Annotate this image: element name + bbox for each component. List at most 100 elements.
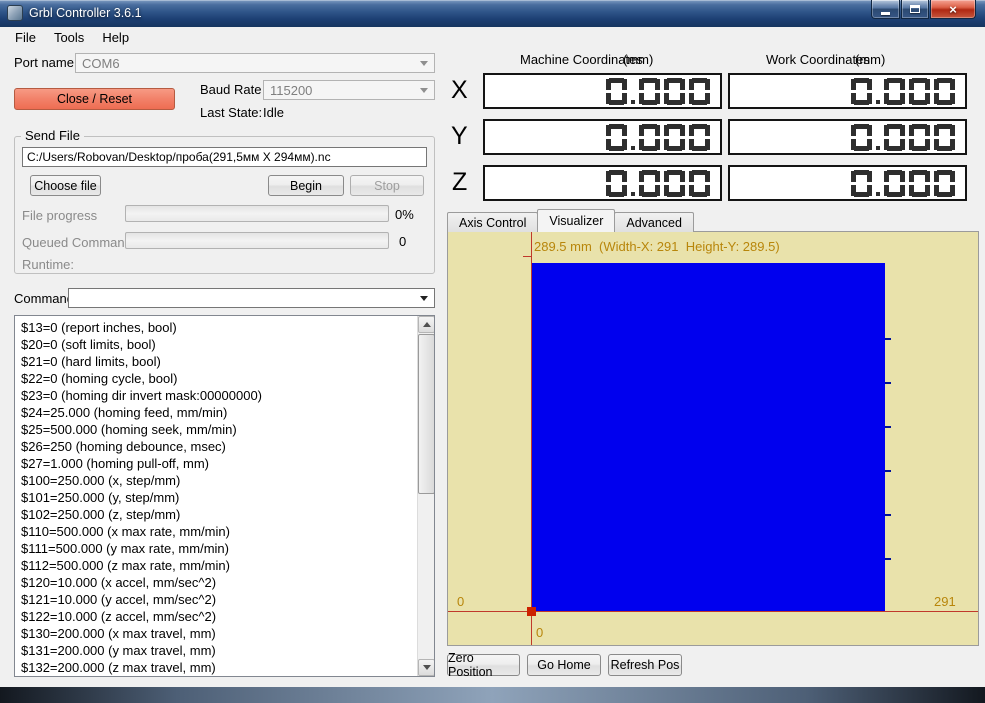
lcd-segment: [909, 93, 914, 104]
lcd-segment: [925, 79, 930, 90]
tab-visualizer[interactable]: Visualizer: [537, 209, 615, 232]
begin-button[interactable]: Begin: [268, 175, 344, 196]
lcd-segment: [609, 100, 624, 105]
console-scrollbar[interactable]: [417, 316, 434, 676]
menu-help[interactable]: Help: [93, 27, 138, 49]
chevron-down-icon[interactable]: [420, 296, 428, 301]
lcd-digit: [909, 78, 930, 105]
lcd-segment: [925, 125, 930, 136]
lcd-segment: [667, 100, 682, 105]
console-line: $22=0 (homing cycle, bool): [21, 370, 411, 387]
lcd-digit: [689, 124, 710, 151]
lcd-segment: [934, 93, 939, 104]
menu-file[interactable]: File: [6, 27, 45, 49]
lcd-segment: [851, 171, 856, 182]
y-origin-label: 0: [536, 625, 543, 640]
lcd-segment: [884, 185, 889, 196]
axis-label-x: X: [451, 76, 468, 105]
lcd-digit: [934, 124, 955, 151]
lcd-segment: [606, 125, 611, 136]
lcd-machine-x: [483, 73, 722, 109]
lcd-segment: [854, 146, 869, 151]
lcd-segment: [609, 192, 624, 197]
menu-tools[interactable]: Tools: [45, 27, 93, 49]
scrollbar-thumb[interactable]: [418, 334, 435, 494]
window-title: Grbl Controller 3.6.1: [29, 6, 142, 20]
stop-button[interactable]: Stop: [350, 175, 424, 196]
console-log[interactable]: $13=0 (report inches, bool)$20=0 (soft l…: [14, 315, 435, 677]
console-line: $132=200.000 (z max travel, mm): [21, 659, 411, 676]
choose-file-button[interactable]: Choose file: [30, 175, 101, 196]
visualizer-canvas: 289.5 mm (Width-X: 291 Height-Y: 289.5) …: [447, 231, 979, 646]
lcd-segment: [912, 192, 927, 197]
lcd-segment: [664, 139, 669, 150]
port-select[interactable]: COM6: [75, 53, 435, 73]
lcd-segment: [887, 192, 902, 197]
baud-rate-select[interactable]: 115200: [263, 80, 435, 100]
go-home-button[interactable]: Go Home: [527, 654, 601, 676]
lcd-segment: [639, 93, 644, 104]
lcd-segment: [692, 100, 707, 105]
lcd-segment: [664, 185, 669, 196]
lcd-segment: [909, 185, 914, 196]
tab-axis-control[interactable]: Axis Control: [447, 212, 538, 232]
zero-position-button[interactable]: Zero Position: [447, 654, 520, 676]
minimize-icon: [881, 12, 890, 15]
lcd-segment: [692, 146, 707, 151]
lcd-digit: [664, 170, 685, 197]
lcd-segment: [937, 100, 952, 105]
lcd-segment: [642, 100, 657, 105]
scroll-up-button[interactable]: [418, 316, 435, 333]
lcd-segment: [909, 171, 914, 182]
console-line: $122=10.000 (z accel, mm/sec^2): [21, 608, 411, 625]
console-line: $23=0 (homing dir invert mask:00000000): [21, 387, 411, 404]
toolpath-tick: [885, 470, 891, 472]
lcd-segment: [884, 125, 889, 136]
lcd-segment: [851, 185, 856, 196]
toolpath-tick: [885, 338, 891, 340]
tab-advanced[interactable]: Advanced: [614, 212, 694, 232]
console-line: $130=200.000 (x max travel, mm): [21, 625, 411, 642]
port-name-label: Port name: [14, 55, 74, 70]
lcd-segment: [606, 139, 611, 150]
lcd-segment: [867, 171, 872, 182]
lcd-segment: [887, 100, 902, 105]
close-reset-button[interactable]: Close / Reset: [14, 88, 175, 110]
maximize-button[interactable]: [901, 0, 929, 19]
lcd-digit: [606, 124, 627, 151]
runtime-label: Runtime:: [22, 257, 74, 272]
lcd-work-y: [728, 119, 967, 155]
lcd-segment: [639, 139, 644, 150]
command-input[interactable]: [75, 291, 420, 306]
refresh-pos-button[interactable]: Refresh Pos: [608, 654, 682, 676]
command-combo: [68, 288, 435, 308]
lcd-segment: [934, 125, 939, 136]
lcd-segment: [689, 79, 694, 90]
scroll-down-button[interactable]: [418, 659, 435, 676]
console-line: $102=250.000 (z, step/mm): [21, 506, 411, 523]
machine-coordinates-unit: (mm): [623, 52, 653, 67]
console-line: $111=500.000 (y max rate, mm/min): [21, 540, 411, 557]
lcd-digit: [689, 78, 710, 105]
toolpath-tick: [885, 558, 891, 560]
file-path-input[interactable]: [22, 147, 427, 167]
lcd-segment: [934, 79, 939, 90]
lcd-segment: [937, 192, 952, 197]
lcd-segment: [851, 93, 856, 104]
x-max-label: 291: [934, 594, 956, 609]
console-line: $13=0 (report inches, bool): [21, 319, 411, 336]
app-window: Grbl Controller 3.6.1 × File Tools Help …: [0, 0, 985, 703]
lcd-segment: [934, 185, 939, 196]
lcd-digit: [884, 170, 905, 197]
close-button[interactable]: ×: [930, 0, 976, 19]
lcd-segment: [909, 139, 914, 150]
lcd-segment: [851, 79, 856, 90]
origin-marker: [527, 607, 536, 616]
minimize-button[interactable]: [871, 0, 900, 19]
file-progress-bar: [125, 205, 389, 222]
lcd-segment: [667, 192, 682, 197]
lcd-segment: [689, 93, 694, 104]
lcd-segment: [950, 125, 955, 136]
lcd-digit: [664, 78, 685, 105]
queued-commands-bar: [125, 232, 389, 249]
